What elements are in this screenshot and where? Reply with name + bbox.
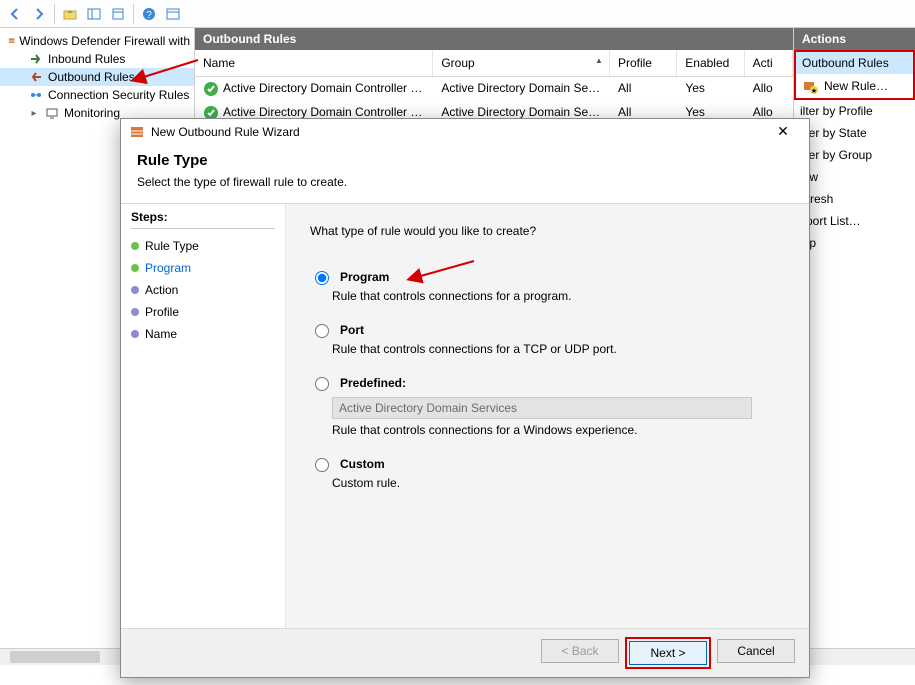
expander-icon[interactable]: ▸ — [28, 108, 40, 119]
col-header-group[interactable]: Group▲ — [433, 50, 610, 76]
wizard-step-action[interactable]: Action — [131, 279, 275, 301]
close-icon[interactable]: ✕ — [765, 123, 801, 140]
action-view[interactable]: iew — [794, 166, 915, 188]
dialog-heading: Rule Type — [137, 152, 793, 169]
option-program[interactable]: Program Rule that controls connections f… — [310, 268, 785, 303]
col-header-name[interactable]: Name — [195, 50, 433, 76]
dialog-titlebar[interactable]: New Outbound Rule Wizard ✕ — [121, 119, 809, 144]
inbound-rules-icon — [28, 51, 44, 67]
tree-item-outbound[interactable]: Outbound Rules — [0, 68, 194, 86]
option-desc: Rule that controls connections for a Win… — [332, 423, 785, 437]
col-header-profile[interactable]: Profile — [610, 50, 677, 76]
wizard-question: What type of rule would you like to crea… — [310, 224, 785, 238]
properties-icon[interactable] — [107, 3, 129, 25]
next-button[interactable]: Next > — [629, 641, 707, 665]
svg-text:★: ★ — [811, 87, 817, 94]
actions-header: Actions — [794, 28, 915, 50]
allow-icon — [203, 81, 219, 97]
action-refresh[interactable]: efresh — [794, 188, 915, 210]
annotation-highlight-new-rule: Outbound Rules ★ New Rule… — [794, 50, 915, 100]
dialog-buttons: < Back Next > Cancel — [121, 628, 809, 677]
connection-security-icon — [28, 87, 44, 103]
radio-predefined[interactable] — [315, 377, 329, 391]
actions-group-title: Outbound Rules — [796, 52, 913, 74]
col-header-enabled[interactable]: Enabled — [677, 50, 744, 76]
new-rule-icon: ★ — [802, 78, 818, 94]
tree-item-label: Monitoring — [64, 106, 120, 120]
dialog-subheading: Select the type of firewall rule to crea… — [137, 175, 793, 189]
tree-item-connection-security[interactable]: Connection Security Rules — [0, 86, 194, 104]
option-desc: Rule that controls connections for a TCP… — [332, 342, 785, 356]
option-predefined[interactable]: Predefined: Active Directory Domain Serv… — [310, 374, 785, 437]
svg-text:?: ? — [146, 10, 152, 21]
forward-icon[interactable] — [28, 3, 50, 25]
radio-custom[interactable] — [315, 458, 329, 472]
radio-program[interactable] — [315, 271, 329, 285]
action-export[interactable]: xport List… — [794, 210, 915, 232]
cancel-button[interactable]: Cancel — [717, 639, 795, 663]
wizard-step-profile[interactable]: Profile — [131, 301, 275, 323]
annotation-highlight-next: Next > — [627, 639, 709, 667]
col-header-action[interactable]: Acti — [745, 50, 793, 76]
tree-item-inbound[interactable]: Inbound Rules — [0, 50, 194, 68]
predefined-select: Active Directory Domain Services — [332, 397, 752, 419]
tree-item-label: Connection Security Rules — [48, 88, 189, 102]
radio-port[interactable] — [315, 324, 329, 338]
tree-root[interactable]: Windows Defender Firewall with — [0, 32, 194, 50]
option-desc: Custom rule. — [332, 476, 785, 490]
back-icon[interactable] — [4, 3, 26, 25]
firewall-icon — [8, 33, 15, 49]
up-folder-icon[interactable] — [59, 3, 81, 25]
help-icon[interactable]: ? — [138, 3, 160, 25]
wizard-content: What type of rule would you like to crea… — [286, 204, 809, 628]
monitoring-icon — [44, 105, 60, 121]
grid-header: Name Group▲ Profile Enabled Acti — [195, 50, 793, 77]
wizard-steps-pane: Steps: Rule Type Program Action Profile … — [121, 204, 286, 628]
tree-item-label: Inbound Rules — [48, 52, 125, 66]
actions-pane: Actions Outbound Rules ★ New Rule… ilter… — [793, 28, 915, 648]
wizard-step-name[interactable]: Name — [131, 323, 275, 345]
new-outbound-rule-wizard-dialog: New Outbound Rule Wizard ✕ Rule Type Sel… — [120, 118, 810, 678]
toolbar: ? — [0, 0, 915, 28]
firewall-icon — [129, 124, 145, 140]
export-list-icon[interactable] — [162, 3, 184, 25]
option-custom[interactable]: Custom Custom rule. — [310, 455, 785, 490]
dialog-heading-area: Rule Type Select the type of firewall ru… — [121, 144, 809, 203]
action-help[interactable]: elp — [794, 232, 915, 254]
show-hide-tree-icon[interactable] — [83, 3, 105, 25]
back-button: < Back — [541, 639, 619, 663]
wizard-step-program[interactable]: Program — [131, 257, 275, 279]
wizard-step-rule-type[interactable]: Rule Type — [131, 235, 275, 257]
action-label: New Rule… — [824, 79, 888, 93]
action-new-rule[interactable]: ★ New Rule… — [796, 74, 913, 98]
action-filter-state[interactable]: ilter by State — [794, 122, 915, 144]
tree-item-label: Outbound Rules — [48, 70, 135, 84]
action-filter-profile[interactable]: ilter by Profile — [794, 100, 915, 122]
table-row[interactable]: Active Directory Domain Controller - Ec…… — [195, 77, 793, 101]
steps-label: Steps: — [131, 210, 275, 229]
action-filter-group[interactable]: ilter by Group — [794, 144, 915, 166]
option-desc: Rule that controls connections for a pro… — [332, 289, 785, 303]
option-port[interactable]: Port Rule that controls connections for … — [310, 321, 785, 356]
tree-root-label: Windows Defender Firewall with — [19, 34, 190, 48]
outbound-rules-icon — [28, 69, 44, 85]
dialog-title: New Outbound Rule Wizard — [151, 125, 300, 139]
center-header: Outbound Rules — [195, 28, 793, 50]
